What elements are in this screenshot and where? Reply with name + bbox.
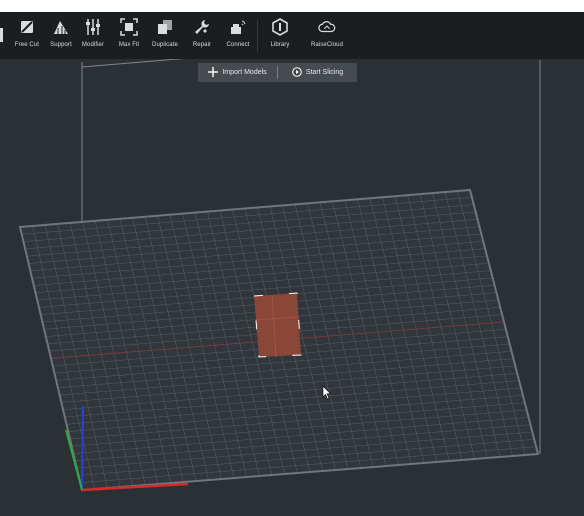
library-button[interactable]: Library xyxy=(267,12,293,59)
play-icon xyxy=(292,66,302,79)
build-volume-edge xyxy=(81,57,191,68)
library-label: Library xyxy=(270,42,290,48)
modifier-button[interactable]: Modifier xyxy=(80,12,106,59)
max-fit-button[interactable]: Max Fit xyxy=(116,12,142,59)
cloud-icon xyxy=(318,18,336,36)
support-button[interactable]: Support xyxy=(48,12,74,59)
repair-label: Repair xyxy=(192,42,212,48)
action-bar: Import Models Start Slicing xyxy=(198,63,357,82)
duplicate-button[interactable]: Duplicate xyxy=(151,12,179,59)
connect-button[interactable]: Connect xyxy=(225,12,251,59)
import-models-label: Import Models xyxy=(222,69,267,76)
duplicate-icon xyxy=(156,18,174,36)
free-cut-button[interactable]: Free Cut xyxy=(14,12,40,59)
repair-button[interactable]: Repair xyxy=(190,12,214,59)
modifier-icon xyxy=(84,18,102,36)
max-fit-icon xyxy=(120,18,138,36)
raisecloud-label: RaiseCloud xyxy=(310,42,344,48)
plus-icon xyxy=(208,66,219,79)
z-axis xyxy=(81,405,84,491)
raisecloud-button[interactable]: RaiseCloud xyxy=(310,12,344,59)
start-slicing-label: Start Slicing xyxy=(305,69,344,76)
repair-icon xyxy=(193,18,211,36)
model-cube[interactable] xyxy=(253,292,302,358)
support-icon xyxy=(52,18,70,36)
start-slicing-button[interactable]: Start Slicing xyxy=(278,63,357,82)
max-fit-label: Max Fit xyxy=(118,42,140,48)
toolbar-edge-icon[interactable] xyxy=(0,28,3,42)
toolbar-divider xyxy=(257,20,258,52)
connect-label: Connect xyxy=(226,42,250,48)
modifier-label: Modifier xyxy=(81,42,105,48)
free-cut-label: Free Cut xyxy=(14,42,40,48)
slicer-app: Free Cut Support Modifier Max Fit Duplic xyxy=(0,12,584,516)
support-label: Support xyxy=(50,42,72,48)
connect-icon xyxy=(229,18,247,36)
3d-viewport[interactable] xyxy=(0,12,584,516)
free-cut-icon xyxy=(18,18,36,36)
library-icon xyxy=(271,18,289,36)
import-models-button[interactable]: Import Models xyxy=(198,63,277,82)
duplicate-label: Duplicate xyxy=(152,42,178,48)
main-toolbar: Free Cut Support Modifier Max Fit Duplic xyxy=(0,12,584,59)
